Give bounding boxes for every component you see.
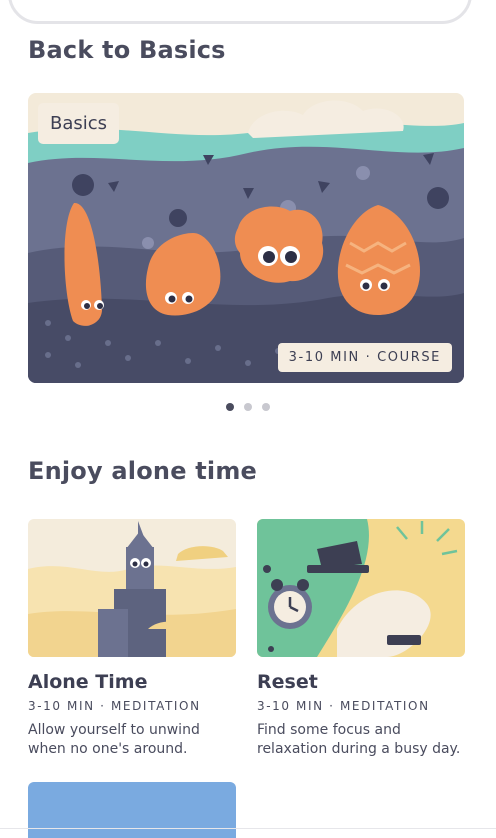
previous-card-bottom-edge[interactable] — [8, 0, 472, 24]
carousel-dot-2[interactable] — [244, 403, 252, 411]
card-title: Reset — [257, 671, 318, 693]
card-meta: 3-10 MIN · MEDITATION — [257, 699, 430, 713]
card-meta: 3-10 MIN · MEDITATION — [28, 699, 201, 713]
reset-thumbnail — [257, 519, 465, 657]
alone-time-illustration — [28, 519, 236, 657]
section-title-back-to-basics: Back to Basics — [28, 36, 226, 64]
course-duration-badge: 3-10 MIN · COURSE — [277, 343, 452, 372]
carousel-dot-1[interactable] — [226, 403, 234, 411]
card-description: Allow yourself to unwind when no one's a… — [28, 722, 200, 757]
reset-illustration — [257, 519, 465, 657]
card-reset[interactable]: Reset 3-10 MIN · MEDITATION Find some fo… — [257, 519, 465, 759]
divider — [0, 828, 496, 829]
alone-time-thumbnail — [28, 519, 236, 657]
card-description: Find some focus and relaxation during a … — [257, 722, 461, 757]
course-tag: Basics — [38, 103, 120, 144]
featured-course-card[interactable]: Basics 3-10 MIN · COURSE — [28, 93, 464, 383]
card-alone-time[interactable]: Alone Time 3-10 MIN · MEDITATION Allow y… — [28, 519, 236, 759]
next-card-partial[interactable] — [28, 782, 236, 838]
section-title-enjoy-alone-time: Enjoy alone time — [28, 457, 258, 485]
carousel-dot-3[interactable] — [262, 403, 270, 411]
card-title: Alone Time — [28, 671, 148, 693]
carousel-indicator — [0, 403, 496, 411]
